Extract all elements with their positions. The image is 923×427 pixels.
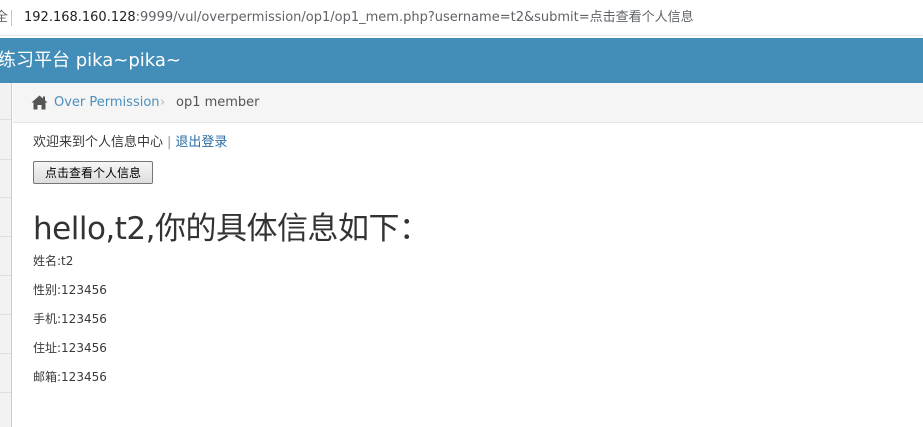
security-indicator[interactable]: 全 (0, 0, 8, 35)
chevron-right-icon: › (160, 95, 166, 110)
info-phone: 手机:123456 (33, 312, 107, 326)
url-host: 192.168.160.128 (24, 10, 136, 25)
sidebar-divider (0, 314, 11, 315)
address-bar-divider (11, 10, 12, 26)
info-address: 住址:123456 (33, 341, 107, 355)
top-navbar: 练习平台 pika~pika~ (0, 38, 923, 83)
sidebar-divider (0, 236, 11, 237)
sidebar-divider (0, 119, 11, 120)
welcome-line: 欢迎来到个人信息中心 | 退出登录 (33, 131, 227, 150)
url-text[interactable]: 192.168.160.128:9999/vul/overpermission/… (24, 0, 694, 35)
info-email: 邮箱:123456 (33, 370, 107, 384)
welcome-separator: | (167, 135, 172, 150)
home-icon[interactable] (31, 95, 48, 110)
url-path: :9999/vul/overpermission/op1/op1_mem.php… (135, 10, 694, 25)
breadcrumb-link-over-permission[interactable]: Over Permission (54, 83, 160, 122)
sidebar (0, 83, 12, 427)
logout-link[interactable]: 退出登录 (175, 135, 227, 150)
info-name: 姓名:t2 (33, 254, 74, 268)
sidebar-divider (0, 275, 11, 276)
sidebar-divider (0, 159, 11, 160)
breadcrumb: Over Permission › op1 member (13, 83, 923, 123)
site-brand[interactable]: 练习平台 pika~pika~ (0, 38, 181, 83)
info-heading: hello,t2,你的具体信息如下： (33, 211, 430, 247)
sidebar-divider (0, 197, 11, 198)
breadcrumb-current: op1 member (176, 95, 260, 110)
view-profile-button[interactable]: 点击查看个人信息 (33, 161, 153, 184)
browser-address-bar[interactable]: 全 192.168.160.128:9999/vul/overpermissio… (0, 0, 923, 36)
welcome-text: 欢迎来到个人信息中心 (33, 135, 164, 150)
info-gender: 性别:123456 (33, 283, 107, 297)
sidebar-divider (0, 392, 11, 393)
sidebar-divider (0, 353, 11, 354)
